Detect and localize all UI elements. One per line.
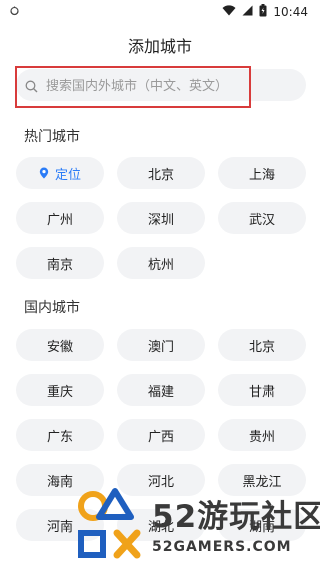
status-bar: 10:44 (0, 0, 320, 24)
hot-city-item[interactable]: 上海 (218, 157, 306, 189)
signal-icon (242, 5, 253, 19)
domestic-city-item[interactable]: 安徽 (16, 329, 104, 361)
domestic-cities-grid: 安徽 澳门 北京 重庆 福建 甘肃 广东 广西 贵州 海南 河北 黑龙江 河南 … (16, 329, 306, 541)
domestic-city-item[interactable]: 湖北 (117, 509, 205, 541)
hot-city-item[interactable]: 北京 (117, 157, 205, 189)
domestic-city-item[interactable]: 海南 (16, 464, 104, 496)
domestic-city-item[interactable]: 福建 (117, 374, 205, 406)
hot-cities-grid: 定位 北京 上海 广州 深圳 武汉 南京 杭州 (16, 157, 306, 279)
domestic-city-item[interactable]: 河北 (117, 464, 205, 496)
locate-label: 定位 (54, 167, 81, 183)
page-title: 添加城市 (127, 37, 192, 56)
domestic-city-item[interactable]: 河南 (16, 509, 104, 541)
domestic-city-item[interactable]: 湖南 (218, 509, 306, 541)
search-bar[interactable] (16, 69, 306, 101)
domestic-city-item[interactable]: 广西 (117, 419, 205, 451)
hot-city-item[interactable]: 武汉 (218, 202, 306, 234)
search-input[interactable] (44, 75, 298, 97)
domestic-city-item[interactable]: 重庆 (16, 374, 104, 406)
watermark-url: 52GAMERS.COM (152, 539, 292, 555)
domestic-city-item[interactable]: 黑龙江 (218, 464, 306, 496)
domestic-city-item[interactable]: 北京 (218, 329, 306, 361)
battery-icon (259, 4, 267, 20)
wifi-icon (222, 5, 236, 19)
location-pin-icon (39, 167, 49, 179)
domestic-city-item[interactable]: 澳门 (117, 329, 205, 361)
hot-city-item[interactable]: 广州 (16, 202, 104, 234)
notification-icon (9, 5, 20, 19)
domestic-cities-title: 国内城市 (24, 300, 80, 316)
domestic-city-item[interactable]: 甘肃 (218, 374, 306, 406)
hot-city-item[interactable]: 杭州 (117, 247, 205, 279)
hot-city-item[interactable]: 南京 (16, 247, 104, 279)
search-icon (25, 78, 38, 97)
status-time: 10:44 (273, 5, 308, 19)
domestic-city-item[interactable]: 广东 (16, 419, 104, 451)
hot-cities-title: 热门城市 (24, 129, 80, 145)
locate-button[interactable]: 定位 (16, 157, 104, 189)
domestic-city-item[interactable]: 贵州 (218, 419, 306, 451)
hot-city-item[interactable]: 深圳 (117, 202, 205, 234)
